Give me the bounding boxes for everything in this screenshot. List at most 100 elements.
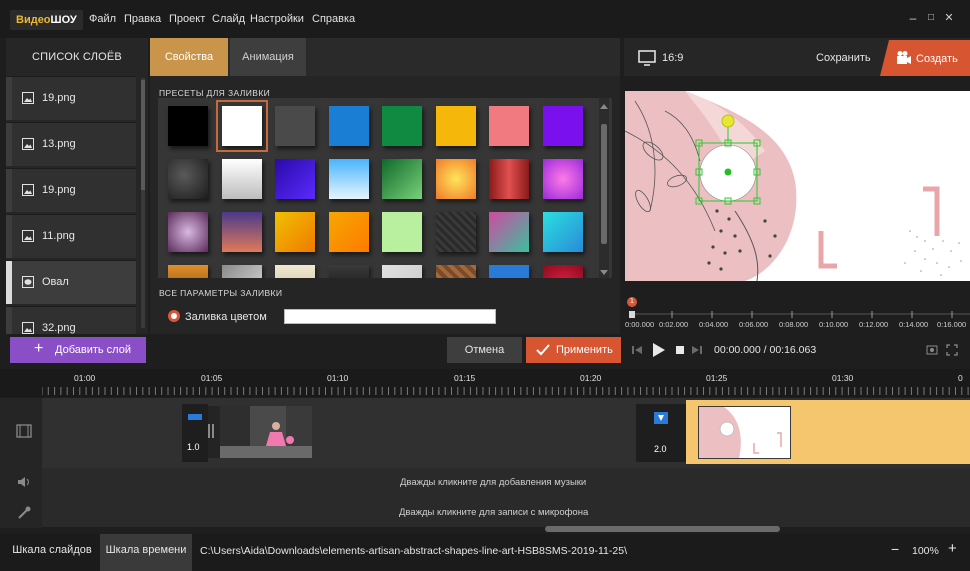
monitor-icon[interactable] (638, 50, 656, 66)
fill-preset-swatch[interactable] (382, 106, 422, 146)
fill-color-radio[interactable] (168, 310, 180, 322)
playhead-marker[interactable]: 1 (627, 297, 637, 307)
fill-preset-swatch[interactable] (328, 106, 369, 146)
scroll-up-icon[interactable] (600, 103, 608, 109)
skip-forward-icon[interactable] (692, 345, 702, 355)
selected-slide-clip[interactable] (686, 400, 970, 464)
scroll-down-icon[interactable] (600, 270, 608, 276)
ruler-tick-label: 0:04.000 (699, 320, 729, 329)
fill-preset-swatch[interactable] (221, 159, 262, 199)
tab-timeline[interactable]: Шкала времени (100, 534, 192, 571)
fill-preset-swatch[interactable] (168, 265, 208, 278)
transition-arrow-icon (654, 412, 668, 424)
transition-block[interactable]: 1.0 (182, 404, 208, 462)
close-button[interactable]: ✕ (941, 11, 957, 24)
preview-canvas[interactable] (625, 91, 970, 281)
fill-preset-swatch[interactable] (435, 106, 476, 146)
create-button[interactable]: Создать (880, 40, 970, 76)
add-layer-button[interactable]: + Добавить слой (10, 337, 146, 363)
fill-preset-swatch[interactable] (489, 159, 529, 199)
ruler-tick-label: 0:10.000 (819, 320, 849, 329)
timeline-scrollbar[interactable] (545, 526, 780, 532)
menu-file[interactable]: Файл (89, 13, 116, 25)
fill-preset-swatch[interactable] (275, 106, 315, 146)
menu-edit[interactable]: Правка (124, 13, 161, 25)
oval-shape-icon (22, 276, 34, 288)
microphone-icon[interactable] (17, 506, 31, 520)
fill-preset-swatch[interactable] (542, 212, 583, 252)
minimize-button[interactable]: – (905, 11, 921, 25)
stop-icon[interactable] (675, 345, 685, 355)
tab-slide-track[interactable]: Шкала слайдов (6, 534, 98, 571)
fill-preset-swatch[interactable] (489, 106, 529, 146)
fill-preset-swatch[interactable] (168, 212, 208, 252)
slide-clip[interactable] (208, 406, 312, 458)
zoom-out-button[interactable]: − (891, 541, 899, 557)
layer-label: Овал (42, 276, 69, 288)
ruler-tick-label: 0:12.000 (859, 320, 889, 329)
fill-preset-swatch[interactable] (168, 159, 208, 199)
fill-preset-swatch[interactable] (221, 265, 262, 278)
check-icon (536, 344, 550, 356)
fill-preset-swatch[interactable] (382, 159, 422, 199)
layer-item-selected[interactable]: Овал (6, 260, 136, 304)
fill-preset-swatch[interactable] (328, 265, 369, 278)
menu-settings[interactable]: Настройки (250, 13, 304, 25)
presets-scroll-thumb[interactable] (601, 124, 607, 244)
cancel-button[interactable]: Отмена (447, 337, 522, 363)
layer-item[interactable]: 32.png (6, 306, 136, 334)
apply-button[interactable]: Применить (526, 337, 621, 363)
layer-item[interactable]: 11.png (6, 214, 136, 258)
tab-animation[interactable]: Анимация (230, 38, 306, 76)
fill-preset-swatch[interactable] (382, 212, 422, 252)
layer-label: 19.png (42, 92, 76, 104)
fill-preset-swatch[interactable] (168, 106, 208, 146)
preview-timeline-ruler[interactable]: 1 0:00.000 0:02.000 0:04.000 0:06.000 0:… (624, 290, 970, 334)
tab-properties[interactable]: Свойства (150, 38, 228, 76)
fill-preset-swatch[interactable] (328, 159, 369, 199)
layer-item[interactable]: 13.png (6, 122, 136, 166)
microphone-track[interactable]: Дважды кликните для записи с микрофона (0, 497, 970, 527)
save-button[interactable]: Сохранить (816, 52, 871, 64)
fill-preset-swatch[interactable] (435, 159, 476, 199)
timeline-ruler[interactable]: 01:00 01:05 01:10 01:15 01:20 01:25 01:3… (0, 369, 970, 397)
layer-item[interactable]: 19.png (6, 168, 136, 212)
aspect-ratio[interactable]: 16:9 (662, 52, 683, 64)
fill-preset-swatch[interactable] (489, 265, 529, 278)
fill-preset-swatch[interactable] (542, 265, 583, 278)
speaker-icon[interactable] (17, 476, 31, 488)
fullscreen-icon[interactable] (946, 344, 958, 356)
fill-preset-swatch[interactable] (275, 265, 315, 278)
layers-panel: СПИСОК СЛОЁВ 19.png 13.png 19.png 11.png… (6, 38, 148, 334)
video-track[interactable]: 1.0 2.0 (0, 398, 970, 468)
layer-item[interactable]: 19.png (6, 76, 136, 120)
zoom-level: 100% (912, 545, 939, 557)
fill-preset-swatch[interactable] (275, 159, 315, 199)
fill-preset-swatch[interactable] (542, 106, 583, 146)
fill-preset-swatch[interactable] (221, 212, 262, 252)
skip-back-icon[interactable] (632, 345, 642, 355)
maximize-button[interactable]: □ (923, 12, 939, 23)
fill-preset-swatch[interactable] (542, 159, 583, 199)
ruler-tick-label: 0:14.000 (899, 320, 929, 329)
snapshot-icon[interactable] (926, 344, 938, 356)
zoom-in-button[interactable]: + (948, 540, 957, 557)
fill-preset-swatch[interactable] (435, 265, 476, 278)
fill-color-field[interactable] (284, 309, 496, 324)
timeline-tick-label: 0 (958, 373, 963, 383)
video-track-icon[interactable] (16, 424, 32, 438)
transition-block[interactable]: 2.0 (636, 404, 686, 462)
menu-slide[interactable]: Слайд (212, 13, 245, 25)
clip-handle[interactable] (208, 424, 214, 438)
fill-preset-swatch[interactable] (328, 212, 369, 252)
menu-project[interactable]: Проект (169, 13, 205, 25)
fill-preset-swatch[interactable] (435, 212, 476, 252)
fill-preset-swatch[interactable] (489, 212, 529, 252)
play-icon[interactable] (652, 342, 666, 358)
menu-help[interactable]: Справка (312, 13, 355, 25)
fill-preset-swatch[interactable] (275, 212, 315, 252)
music-hint: Дважды кликните для добавления музыки (400, 477, 587, 488)
music-track[interactable]: Дважды кликните для добавления музыки (0, 468, 970, 497)
fill-preset-swatch[interactable] (382, 265, 422, 278)
layers-scroll-thumb[interactable] (141, 80, 145, 190)
